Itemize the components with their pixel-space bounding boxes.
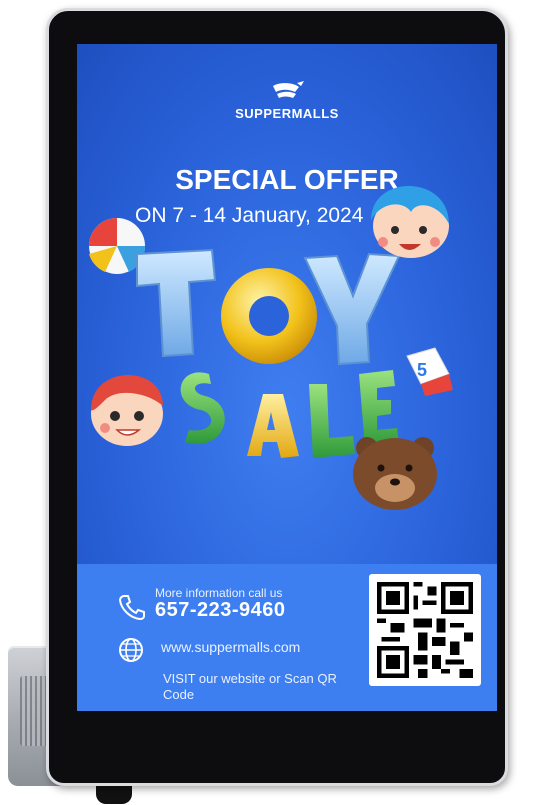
signage-screen: SUPPERMALLS SPECIAL OFFER ON 7 - 14 Janu… [77,44,497,711]
qr-code-icon[interactable] [369,574,481,686]
block-number: 5 [417,360,427,380]
phone-label: More information call us [155,586,283,600]
teddy-bear-icon [353,437,437,510]
phone-icon [118,595,145,621]
toy-title-graphic [136,248,401,366]
visit-instructions: VISIT our website or Scan QR Code [163,671,337,702]
number-block-icon: 5 [406,347,453,396]
phone-number[interactable]: 657-223-9460 [155,599,286,622]
globe-icon [119,638,143,662]
boy-cartoon-icon [371,185,449,258]
kiosk-foot-left [96,786,132,804]
website-link[interactable]: www.suppermalls.com [161,639,300,655]
toy-sale-artwork: 5 [89,185,453,510]
contact-panel: More information call us 657-223-9460 ww… [77,564,497,711]
girl-cartoon-icon [91,374,163,446]
